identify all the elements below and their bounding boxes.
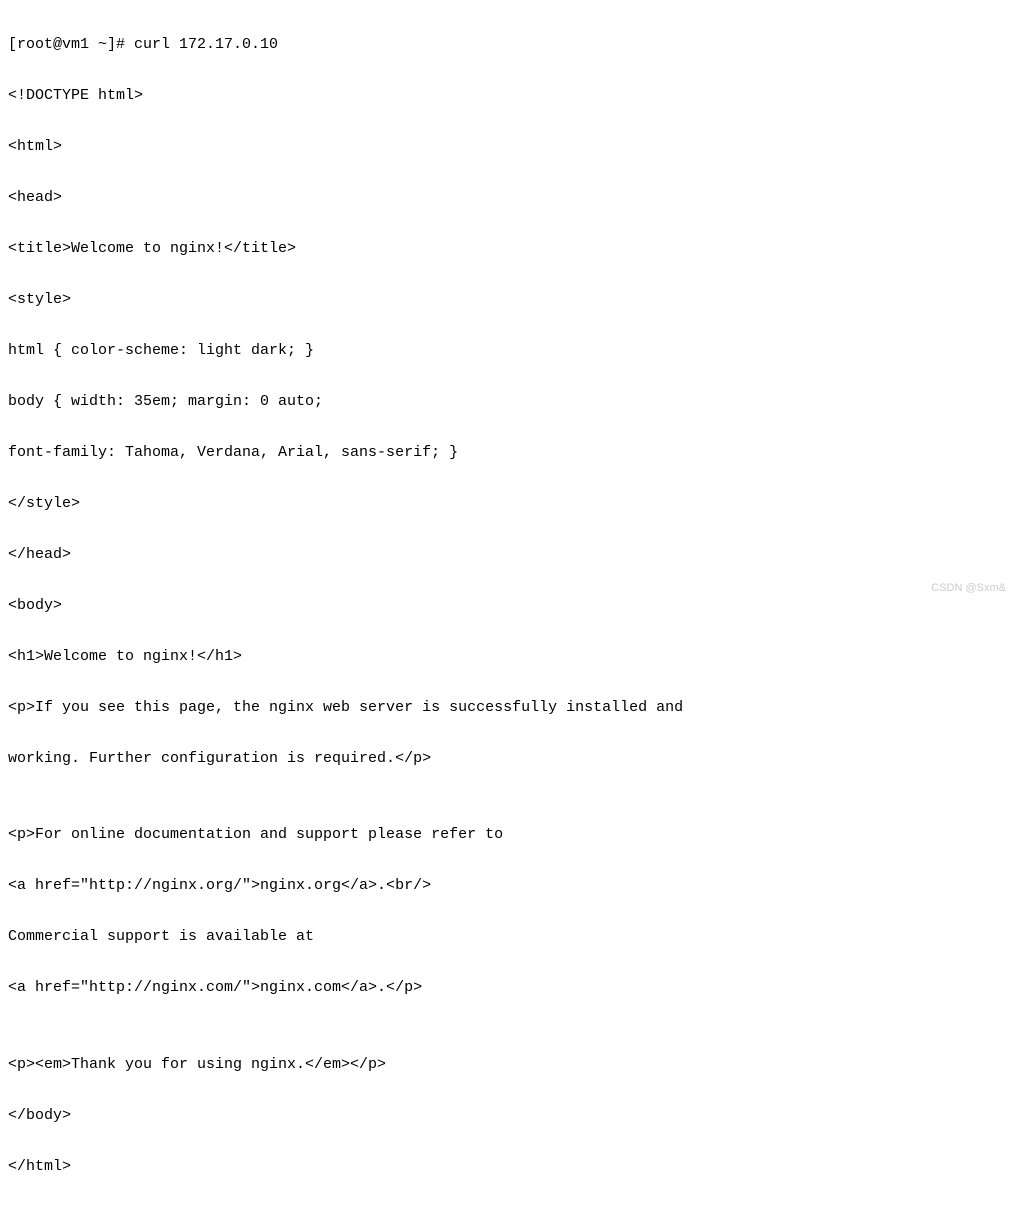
terminal-line: <head> bbox=[8, 185, 1008, 211]
terminal-line: <a href="http://nginx.com/">nginx.com</a… bbox=[8, 975, 1008, 1001]
watermark-text: CSDN @Sxm& bbox=[931, 579, 1006, 598]
terminal-line: <h1>Welcome to nginx!</h1> bbox=[8, 644, 1008, 670]
terminal-line: </style> bbox=[8, 491, 1008, 517]
terminal-line: body { width: 35em; margin: 0 auto; bbox=[8, 389, 1008, 415]
terminal-line: <title>Welcome to nginx!</title> bbox=[8, 236, 1008, 262]
terminal-line: <p>If you see this page, the nginx web s… bbox=[8, 695, 1008, 721]
terminal-line: <p><em>Thank you for using nginx.</em></… bbox=[8, 1052, 1008, 1078]
terminal-line: </body> bbox=[8, 1103, 1008, 1129]
terminal-line: <!DOCTYPE html> bbox=[8, 83, 1008, 109]
terminal-line: font-family: Tahoma, Verdana, Arial, san… bbox=[8, 440, 1008, 466]
terminal-line: html { color-scheme: light dark; } bbox=[8, 338, 1008, 364]
terminal-line: [root@vm1 ~]# curl 172.17.0.10 bbox=[8, 32, 1008, 58]
terminal-prompt[interactable]: [root@vm1 ~]# bbox=[8, 1205, 1008, 1208]
terminal-line: <a href="http://nginx.org/">nginx.org</a… bbox=[8, 873, 1008, 899]
terminal-line: working. Further configuration is requir… bbox=[8, 746, 1008, 772]
terminal-line: <p>For online documentation and support … bbox=[8, 822, 1008, 848]
terminal-line: <body> bbox=[8, 593, 1008, 619]
terminal-line: Commercial support is available at bbox=[8, 924, 1008, 950]
terminal-line: </head> bbox=[8, 542, 1008, 568]
terminal-line: <style> bbox=[8, 287, 1008, 313]
terminal-line: <html> bbox=[8, 134, 1008, 160]
terminal-line: </html> bbox=[8, 1154, 1008, 1180]
terminal-output[interactable]: [root@vm1 ~]# curl 172.17.0.10 <!DOCTYPE… bbox=[8, 6, 1008, 1208]
